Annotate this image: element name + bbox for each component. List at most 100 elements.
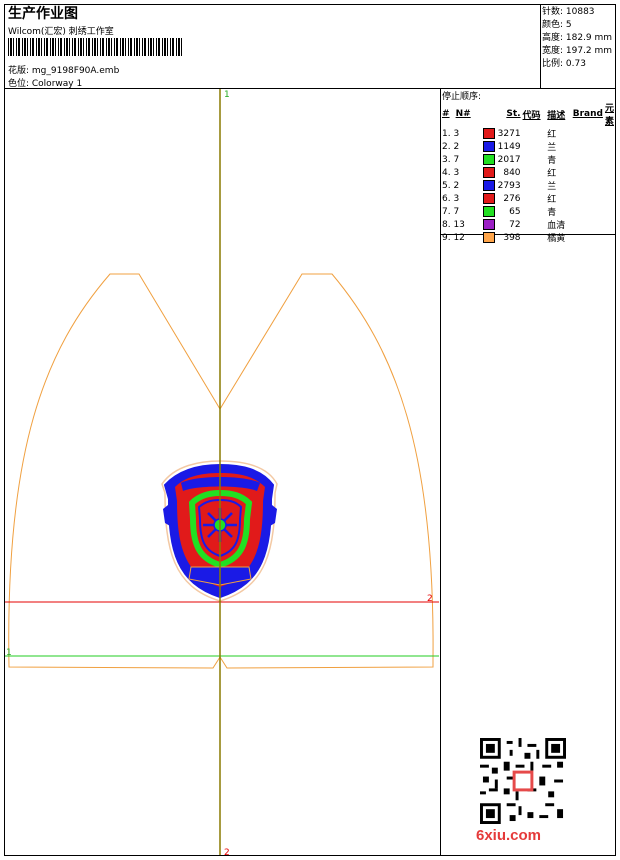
design-filename: 花版: mg_9198F90A.emb <box>8 66 120 76</box>
row-swatch <box>482 127 497 140</box>
table-row: 6. 3 276 红 <box>442 192 616 205</box>
row-description: 橘黄 <box>547 234 566 244</box>
row-stitches: 840 <box>503 167 521 178</box>
row-description: 红 <box>547 169 557 179</box>
row-index: 5. 2 <box>442 180 460 191</box>
row-swatch <box>482 179 497 192</box>
row-brand <box>573 140 605 153</box>
row-index: 7. 7 <box>442 206 460 217</box>
sequence-rows: 1. 3 3271 红 2. 2 1149 兰 3. 7 2017 青 4. 3 840 红 5. 2 2… <box>442 127 616 244</box>
row-brand <box>573 231 605 244</box>
color-swatch <box>482 154 495 165</box>
col-element: 元素 <box>604 104 614 127</box>
qr-center-stamp-inner <box>515 773 531 789</box>
row-brand <box>573 166 605 179</box>
col-needle: N# <box>455 109 471 119</box>
row-brand <box>573 218 605 231</box>
row-index: 2. 2 <box>442 141 460 152</box>
col-code: 代码 <box>522 110 541 121</box>
design-height: 高度: 182.9 mm <box>542 33 613 43</box>
row-brand <box>573 192 605 205</box>
stats-panel: 针数: 10883 颜色: 5 高度: 182.9 mm 宽度: 197.2 m… <box>542 6 612 71</box>
row-element <box>605 127 616 140</box>
col-description: 描述 <box>547 110 566 121</box>
table-row: 3. 7 2017 青 <box>442 153 616 166</box>
stats-divider <box>540 4 541 89</box>
design-canvas: 1 2 2 1 <box>5 89 439 855</box>
company-name: Wilcom(汇宏) 刺绣工作室 <box>8 27 114 37</box>
row-description: 兰 <box>547 182 557 192</box>
row-stitches: 3271 <box>497 128 521 139</box>
table-row: 4. 3 840 红 <box>442 166 616 179</box>
color-swatch <box>482 219 495 230</box>
table-header-row: # N# St. 代码 描述 Brand 元素 <box>442 101 616 127</box>
row-index: 3. 7 <box>442 154 460 165</box>
color-swatch <box>482 193 495 204</box>
row-element <box>605 218 616 231</box>
row-code <box>523 153 548 166</box>
stop-sequence-table: # N# St. 代码 描述 Brand 元素 1. 3 3271 红 2. 2 114… <box>442 101 616 244</box>
row-description: 兰 <box>547 143 557 153</box>
row-swatch <box>482 231 497 244</box>
col-stitches: St. <box>506 109 521 119</box>
row-brand <box>573 127 605 140</box>
row-element <box>605 140 616 153</box>
row-description: 红 <box>547 195 557 205</box>
barcode <box>8 38 182 56</box>
table-row: 9. 12 398 橘黄 <box>442 231 616 244</box>
row-code <box>523 127 548 140</box>
qr-finder-tr <box>545 738 566 759</box>
watermark-logo: 6xiu.com <box>476 827 542 844</box>
color-swatch <box>482 232 495 243</box>
row-index: 6. 3 <box>442 193 460 204</box>
row-element <box>605 231 616 244</box>
row-swatch <box>482 192 497 205</box>
row-description: 红 <box>547 130 557 140</box>
row-stitches: 72 <box>509 219 521 230</box>
row-description: 青 <box>547 208 557 218</box>
marker-top: 1 <box>224 90 230 100</box>
row-code <box>523 205 548 218</box>
row-description: 青 <box>547 156 557 166</box>
row-element <box>605 179 616 192</box>
table-row: 2. 2 1149 兰 <box>442 140 616 153</box>
row-code <box>523 218 548 231</box>
row-stitches: 398 <box>503 232 521 243</box>
row-code <box>523 231 548 244</box>
row-code <box>523 166 548 179</box>
row-swatch <box>482 166 497 179</box>
row-brand <box>573 153 605 166</box>
color-swatch <box>482 128 495 139</box>
design-scale: 比例: 0.73 <box>542 59 586 69</box>
colorway-label: 色位: Colorway 1 <box>8 79 83 89</box>
row-description: 血清 <box>547 221 566 231</box>
color-swatch <box>482 141 495 152</box>
row-code <box>523 140 548 153</box>
row-swatch <box>482 140 497 153</box>
qr-finder-bl <box>480 803 501 824</box>
row-brand <box>573 205 605 218</box>
table-row: 1. 3 3271 红 <box>442 127 616 140</box>
col-swatch <box>483 101 497 127</box>
row-element <box>605 166 616 179</box>
row-stitches: 276 <box>503 193 521 204</box>
row-element <box>605 192 616 205</box>
table-row: 8. 13 72 血清 <box>442 218 616 231</box>
marker-bottom: 2 <box>224 848 230 855</box>
row-index: 8. 13 <box>442 219 465 230</box>
row-element <box>605 205 616 218</box>
row-index: 4. 3 <box>442 167 460 178</box>
table-row: 5. 2 2793 兰 <box>442 179 616 192</box>
marker-right: 2 <box>427 594 433 604</box>
design-width: 宽度: 197.2 mm <box>542 46 613 56</box>
qr-finder-tl <box>480 738 501 759</box>
col-brand: Brand <box>572 109 603 119</box>
color-swatch <box>482 180 495 191</box>
row-stitches: 2793 <box>497 180 521 191</box>
row-code <box>523 192 548 205</box>
row-brand <box>573 179 605 192</box>
row-swatch <box>482 218 497 231</box>
color-swatch <box>482 167 495 178</box>
row-swatch <box>482 205 497 218</box>
sidebar-divider <box>440 88 441 856</box>
